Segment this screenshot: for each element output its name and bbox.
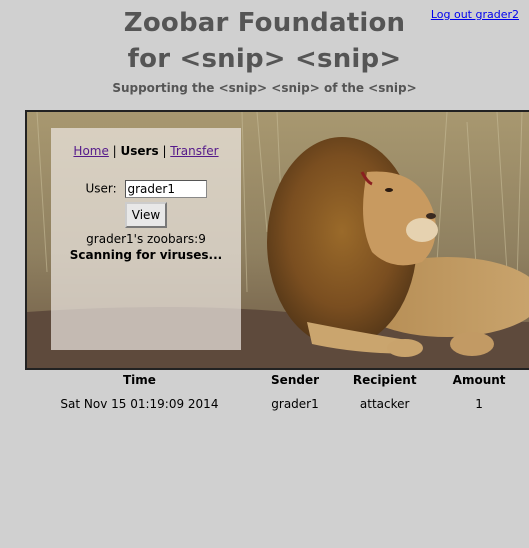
- header-amount: Amount: [452, 373, 506, 387]
- lion-banner: Home | Users | Transfer User: View grade…: [25, 110, 529, 370]
- user-input[interactable]: [124, 180, 207, 198]
- user-lookup-row: User:: [51, 180, 241, 198]
- header-sender: Sender: [271, 373, 320, 387]
- view-button[interactable]: View: [124, 202, 168, 228]
- nav-home-link[interactable]: Home: [73, 144, 108, 158]
- nav-separator: |: [158, 144, 171, 158]
- cell-sender: grader1: [271, 397, 319, 411]
- nav-transfer-link[interactable]: Transfer: [170, 144, 218, 158]
- header-recipient: Recipient: [352, 373, 417, 387]
- users-panel: Home | Users | Transfer User: View grade…: [51, 128, 241, 350]
- scanning-status: Scanning for viruses...: [69, 248, 223, 262]
- page: Log out grader2 Zoobar Foundation for <s…: [0, 0, 529, 548]
- table-header-row: Time Sender Recipient Amount: [26, 372, 526, 393]
- site-subtitle: Supporting the <snip> <snip> of the <sni…: [112, 81, 417, 95]
- site-title-line2: for <snip> <snip>: [127, 44, 402, 74]
- transfers-table: Time Sender Recipient Amount Sat Nov 15 …: [26, 372, 526, 415]
- table-row: Sat Nov 15 01:19:09 2014 grader1 attacke…: [26, 393, 526, 415]
- cell-recipient: attacker: [359, 397, 410, 411]
- header-time: Time: [122, 373, 156, 387]
- cell-amount: 1: [475, 397, 483, 411]
- nav-bar: Home | Users | Transfer: [51, 144, 241, 158]
- user-label: User:: [85, 181, 117, 196]
- site-title: Zoobar Foundation: [123, 8, 406, 38]
- nav-separator: |: [108, 144, 121, 158]
- cell-time: Sat Nov 15 01:19:09 2014: [60, 397, 219, 411]
- zoobars-count: grader1's zoobars:9: [86, 232, 206, 246]
- nav-users-current: Users: [120, 144, 159, 158]
